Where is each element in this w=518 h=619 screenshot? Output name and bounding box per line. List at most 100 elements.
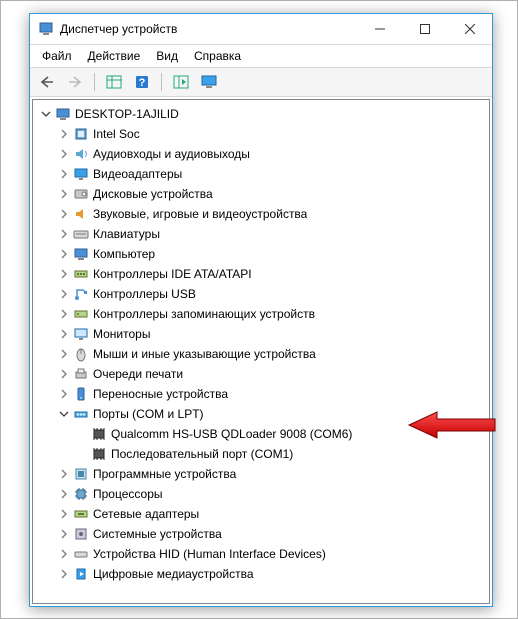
tree-item-label: Устройства HID (Human Interface Devices) [93,547,326,561]
system-icon [73,526,89,542]
computer-icon [73,246,89,262]
chevron-down-icon[interactable] [39,107,53,121]
chevron-right-icon[interactable] [57,347,71,361]
close-button[interactable] [447,14,492,44]
tree-item-cat-3[interactable]: Дисковые устройства [35,184,487,204]
port-dev-icon [91,446,107,462]
tree-item-cat-16[interactable]: Процессоры [35,484,487,504]
tree-item-cat-15[interactable]: Программные устройства [35,464,487,484]
tree-item-cat-11[interactable]: Мыши и иные указывающие устройства [35,344,487,364]
window-title: Диспетчер устройств [60,22,177,36]
tree-item-root[interactable]: DESKTOP-1AJILID [35,104,487,124]
tree-item-cat-7[interactable]: Контроллеры IDE ATA/ATAPI [35,264,487,284]
tree-item-cat-10[interactable]: Мониторы [35,324,487,344]
menu-action[interactable]: Действие [80,47,149,65]
hid-icon [73,546,89,562]
portable-icon [73,386,89,402]
tree-item-cat-18[interactable]: Системные устройства [35,524,487,544]
display-icon [73,166,89,182]
disk-icon [73,186,89,202]
chevron-right-icon[interactable] [57,247,71,261]
toolbar-separator [161,73,162,91]
tree-item-label: Мониторы [93,327,150,341]
chevron-right-icon[interactable] [57,207,71,221]
tree-item-label: Последовательный порт (COM1) [111,447,293,461]
chevron-right-icon[interactable] [57,327,71,341]
tree-item-cat-14-child-1[interactable]: Последовательный порт (COM1) [35,444,487,464]
tree-item-cat-6[interactable]: Компьютер [35,244,487,264]
tree-item-label: Цифровые медиаустройства [93,567,254,581]
back-button[interactable] [34,70,60,94]
chevron-right-icon[interactable] [57,527,71,541]
tree-item-cat-8[interactable]: Контроллеры USB [35,284,487,304]
tree-item-cat-2[interactable]: Видеоадаптеры [35,164,487,184]
chevron-right-icon[interactable] [57,167,71,181]
tree-item-cat-5[interactable]: Клавиатуры [35,224,487,244]
tree-item-label: DESKTOP-1AJILID [75,107,179,121]
tree-item-cat-12[interactable]: Очереди печати [35,364,487,384]
tree-item-label: Компьютер [93,247,155,261]
device-tree[interactable]: DESKTOP-1AJILID Intel SocАудиовходы и ауд… [33,100,489,603]
chevron-right-icon[interactable] [57,287,71,301]
tree-item-cat-14[interactable]: Порты (COM и LPT) [35,404,487,424]
tree-item-label: Порты (COM и LPT) [93,407,204,421]
tree-item-cat-1[interactable]: Аудиовходы и аудиовыходы [35,144,487,164]
keyboard-icon [73,226,89,242]
maximize-button[interactable] [402,14,447,44]
storage-icon [73,306,89,322]
chevron-right-icon[interactable] [57,507,71,521]
chevron-right-icon[interactable] [57,487,71,501]
chevron-right-icon[interactable] [57,267,71,281]
ide-icon [73,266,89,282]
menu-help[interactable]: Справка [186,47,249,65]
processor-icon [73,486,89,502]
tree-item-cat-4[interactable]: Звуковые, игровые и видеоустройства [35,204,487,224]
chevron-right-icon[interactable] [57,147,71,161]
menu-bar: Файл Действие Вид Справка [30,45,492,67]
menu-file[interactable]: Файл [34,47,80,65]
tree-item-label: Qualcomm HS-USB QDLoader 9008 (COM6) [111,427,352,441]
help-button[interactable]: ? [129,70,155,94]
content-pane: DESKTOP-1AJILID Intel SocАудиовходы и ауд… [32,99,490,604]
computer-root-icon [55,106,71,122]
toolbar: ? [30,67,492,97]
tree-item-cat-19[interactable]: Устройства HID (Human Interface Devices) [35,544,487,564]
chevron-down-icon[interactable] [57,407,71,421]
port-icon [73,406,89,422]
tree-item-cat-14-child-0[interactable]: Qualcomm HS-USB QDLoader 9008 (COM6) [35,424,487,444]
tree-item-label: Переносные устройства [93,387,228,401]
chevron-right-icon[interactable] [57,127,71,141]
chevron-right-icon[interactable] [57,567,71,581]
title-bar: Диспетчер устройств [30,14,492,45]
chevron-right-icon[interactable] [57,187,71,201]
tree-item-label: Видеоадаптеры [93,167,182,181]
forward-button[interactable] [62,70,88,94]
tree-item-cat-13[interactable]: Переносные устройства [35,384,487,404]
chevron-right-icon[interactable] [57,467,71,481]
network-icon [73,506,89,522]
tree-item-label: Звуковые, игровые и видеоустройства [93,207,307,221]
scan-hardware-button[interactable] [168,70,194,94]
mouse-icon [73,346,89,362]
tree-item-label: Контроллеры IDE ATA/ATAPI [93,267,252,281]
chevron-right-icon[interactable] [57,547,71,561]
tree-item-cat-17[interactable]: Сетевые адаптеры [35,504,487,524]
monitor-icon [73,326,89,342]
monitor-button[interactable] [196,70,222,94]
tree-item-cat-0[interactable]: Intel Soc [35,124,487,144]
usb-icon [73,286,89,302]
minimize-button[interactable] [357,14,402,44]
show-hide-tree-button[interactable] [101,70,127,94]
menu-view[interactable]: Вид [148,47,186,65]
sound-icon [73,206,89,222]
chevron-right-icon[interactable] [57,227,71,241]
chevron-right-icon[interactable] [57,387,71,401]
tree-item-cat-9[interactable]: Контроллеры запоминающих устройств [35,304,487,324]
chevron-right-icon[interactable] [57,367,71,381]
tree-item-label: Мыши и иные указывающие устройства [93,347,316,361]
tree-item-label: Сетевые адаптеры [93,507,199,521]
tree-item-cat-20[interactable]: Цифровые медиаустройства [35,564,487,584]
svg-text:?: ? [139,77,146,89]
tree-item-label: Системные устройства [93,527,222,541]
chevron-right-icon[interactable] [57,307,71,321]
